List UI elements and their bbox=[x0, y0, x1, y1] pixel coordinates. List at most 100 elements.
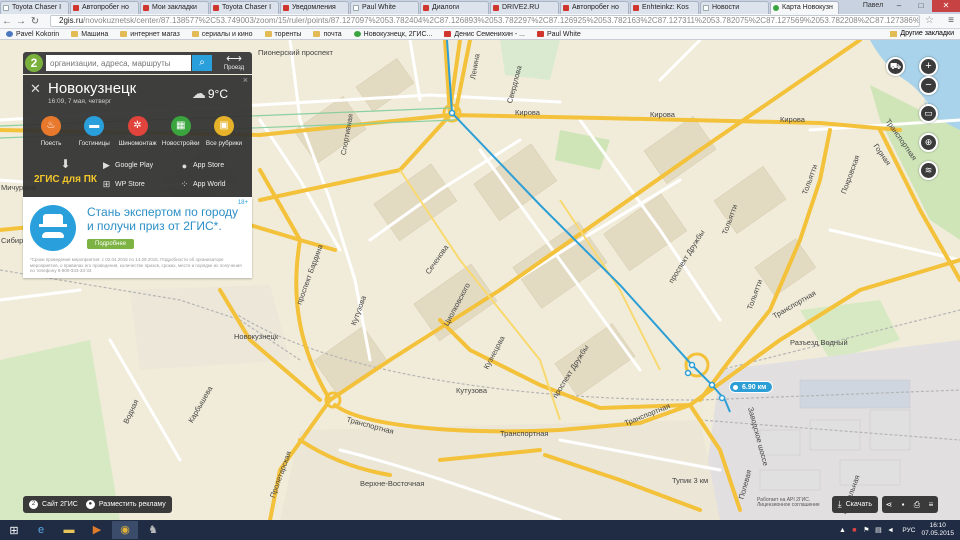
menu-icon[interactable]: ≡ bbox=[948, 15, 954, 26]
zoom-out-button[interactable]: − bbox=[919, 76, 938, 95]
tab-label: Карта Новокузн bbox=[782, 4, 833, 11]
api-copyright[interactable]: Работает на API 2ГИС. Лицензионное согла… bbox=[757, 498, 832, 508]
search-button[interactable]: ⌕ bbox=[192, 55, 212, 71]
share-icon[interactable]: ⋖ bbox=[882, 500, 896, 509]
browser-tab[interactable]: Новости bbox=[700, 1, 769, 14]
bookmark-favicon-icon bbox=[353, 31, 361, 37]
bookmark-item[interactable]: интернет магаз bbox=[120, 31, 180, 38]
layers-button[interactable]: ≋ bbox=[919, 161, 938, 180]
route-button[interactable]: ⟷ Проезд bbox=[222, 53, 246, 71]
ie-icon[interactable]: e bbox=[28, 521, 54, 539]
maximize-button[interactable]: □ bbox=[910, 0, 932, 12]
explorer-icon[interactable]: ▬ bbox=[56, 521, 82, 539]
tab-favicon-icon bbox=[3, 5, 9, 11]
city-name[interactable]: Новокузнецк bbox=[48, 81, 136, 97]
tab-label: Уведомления bbox=[292, 4, 336, 11]
media-icon[interactable]: ▶ bbox=[84, 521, 110, 539]
close-icon[interactable]: × bbox=[243, 75, 248, 85]
traffic-button[interactable]: ⛟ bbox=[886, 57, 905, 76]
2gis-logo[interactable]: 2 bbox=[25, 54, 43, 72]
store-link[interactable]: ⊞ WP Store bbox=[101, 179, 179, 190]
bookmark-item[interactable]: Pavel Kokorin bbox=[6, 31, 59, 38]
browser-tab[interactable]: Мои закладки bbox=[140, 1, 209, 14]
browser-tab[interactable]: Диалоги bbox=[420, 1, 489, 14]
bookmark-star-icon[interactable]: ☆ bbox=[925, 15, 934, 26]
tab-favicon-icon bbox=[353, 5, 359, 11]
browser-tab[interactable]: Enhteinkz: Kos bbox=[630, 1, 699, 14]
search-input[interactable] bbox=[46, 55, 191, 71]
network-icon[interactable]: ▤ bbox=[872, 526, 884, 534]
bookmark-item[interactable]: Машина bbox=[71, 31, 108, 38]
close-window-button[interactable]: ✕ bbox=[932, 0, 960, 12]
browser-tab[interactable]: Уведомления bbox=[280, 1, 349, 14]
url-field[interactable]: 2gis.ru/novokuznetsk/center/87.138577%2C… bbox=[50, 15, 920, 27]
flag-icon[interactable]: ⚑ bbox=[860, 526, 872, 534]
user-profile[interactable]: Павел bbox=[858, 0, 888, 12]
store-links: ▶ Google Play ● App Store ⊞ WP Store ⁘ App Worl… bbox=[101, 160, 245, 190]
antivirus-icon[interactable]: ■ bbox=[848, 527, 860, 534]
store-link[interactable]: ⁘ App World bbox=[179, 179, 245, 190]
bookmark-item[interactable]: сериалы и кино bbox=[191, 31, 253, 38]
download-button[interactable]: ⤓ Скачать bbox=[831, 496, 878, 513]
forward-button[interactable]: → bbox=[14, 16, 28, 27]
reload-button[interactable]: ↻ bbox=[28, 16, 42, 27]
address-bar-row: ← → ↻ 2gis.ru/novokuznetsk/center/87.138… bbox=[0, 14, 960, 29]
category-item[interactable]: ▬ Гостиницы bbox=[74, 116, 114, 147]
tab-label: Toyota Chaser I bbox=[12, 4, 62, 11]
zoom-in-button[interactable]: + bbox=[919, 57, 938, 76]
category-item[interactable]: ♨ Поесть bbox=[31, 116, 71, 147]
tab-label: Автопробег но bbox=[572, 4, 619, 11]
pc-download[interactable]: ⬇ 2ГИС для ПК bbox=[30, 158, 101, 190]
keyboard-language[interactable]: РУС bbox=[902, 527, 915, 534]
browser-tab[interactable]: DRIVE2.RU bbox=[490, 1, 559, 14]
browser-tab[interactable]: Автопробег но bbox=[70, 1, 139, 14]
tray-up-icon[interactable]: ▲ bbox=[836, 527, 848, 534]
browser-tab[interactable]: Карта Новокузн bbox=[770, 1, 839, 14]
bookmark-item[interactable]: торенты bbox=[264, 31, 301, 38]
site-link[interactable]: Сайт 2ГИС bbox=[42, 501, 78, 508]
locate-button[interactable]: ⊕ bbox=[919, 133, 938, 152]
browser-tab[interactable]: Автопробег но bbox=[560, 1, 629, 14]
info-panel: 2 ⌕ ⟷ Проезд × ✕ Новокузнецк 16:09, 7 ма… bbox=[23, 52, 252, 278]
clock-time: 16:10 bbox=[929, 522, 946, 529]
promo-more-button[interactable]: Подробнее bbox=[87, 239, 135, 249]
category-item[interactable]: ▣ Все рубрики bbox=[204, 116, 244, 147]
comment-icon[interactable]: ▪ bbox=[896, 500, 910, 509]
tab-favicon-icon bbox=[773, 5, 779, 11]
store-link[interactable]: ▶ Google Play bbox=[101, 160, 179, 171]
route-icon: ⟷ bbox=[226, 53, 242, 65]
browser-tab[interactable]: Paul White bbox=[350, 1, 419, 14]
store-link[interactable]: ● App Store bbox=[179, 160, 245, 171]
ruler-button[interactable]: ▭ bbox=[919, 104, 938, 123]
bookmark-item[interactable]: Денис Семенихин - ... bbox=[444, 31, 525, 38]
print-icon[interactable]: ⎙ bbox=[910, 500, 924, 510]
store-label: App World bbox=[193, 181, 226, 188]
category-item[interactable]: ✲ Шиномонтаж bbox=[118, 116, 158, 147]
tab-label: Диалоги bbox=[432, 4, 460, 11]
minimize-button[interactable]: – bbox=[888, 0, 910, 12]
other-bookmarks[interactable]: Другие закладки bbox=[890, 30, 954, 37]
bookmark-item[interactable]: почта bbox=[313, 31, 342, 38]
ad-link[interactable]: Разместить рекламу bbox=[99, 501, 166, 508]
ruler-distance-badge[interactable]: 6.90 км bbox=[729, 381, 774, 393]
bookmark-item[interactable]: Новокузнецк, 2ГИС... bbox=[353, 31, 432, 38]
menu-icon[interactable]: ≡ bbox=[924, 500, 938, 509]
game-icon[interactable]: ♞ bbox=[140, 521, 166, 539]
windows-start-icon[interactable]: ⊞ bbox=[0, 524, 28, 537]
mascot-icon bbox=[30, 205, 76, 251]
category-label: Все рубрики bbox=[205, 140, 243, 147]
street-label: Кирова bbox=[780, 115, 805, 124]
clock[interactable]: 16:10 07.05.2015 bbox=[921, 522, 954, 538]
chrome-icon[interactable]: ◉ bbox=[112, 521, 138, 539]
back-button[interactable]: ← bbox=[0, 16, 14, 27]
system-tray: ▲ ■ ⚑ ▤ ◄ РУС 16:10 07.05.2015 bbox=[836, 520, 958, 540]
footer-actions: ⤓ Скачать ⋖ ▪ ⎙ ≡ bbox=[831, 496, 938, 513]
browser-tab[interactable]: Toyota Chaser I bbox=[210, 1, 279, 14]
bookmark-label: Pavel Kokorin bbox=[16, 30, 60, 38]
bookmark-item[interactable]: Paul White bbox=[536, 31, 581, 38]
volume-icon[interactable]: ◄ bbox=[884, 527, 896, 534]
promo-banner[interactable]: 18+ Стань экспертом по городу и получи п… bbox=[23, 197, 252, 278]
street-label: Пионерский проспект bbox=[258, 48, 333, 57]
browser-tab[interactable]: Toyota Chaser I bbox=[0, 1, 69, 14]
category-item[interactable]: ▦ Новостройки bbox=[161, 116, 201, 147]
